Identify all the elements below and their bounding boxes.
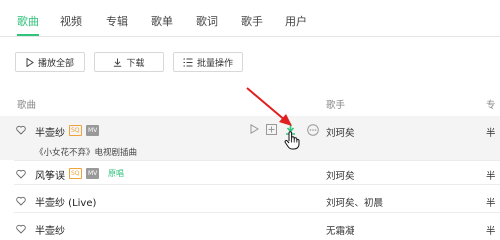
tab-playlists[interactable]: 歌单	[151, 13, 173, 29]
song-title[interactable]: 半壶纱	[35, 222, 65, 237]
sq-badge: SQ	[69, 125, 82, 136]
play-icon	[26, 57, 34, 67]
tab-lyrics[interactable]: 歌词	[196, 13, 218, 29]
artist-name[interactable]: 刘珂矣	[326, 125, 355, 139]
song-title[interactable]: 风筝误	[35, 167, 65, 182]
batch-operation-label: 批量操作	[196, 58, 233, 69]
tabs-divider	[0, 36, 500, 37]
hand-cursor-icon	[284, 131, 300, 150]
column-header-song: 歌曲	[17, 100, 37, 111]
song-title[interactable]: 半壶纱	[35, 124, 65, 139]
play-all-label: 播放全部	[37, 58, 74, 69]
row-divider	[14, 184, 500, 185]
tab-users[interactable]: 用户	[285, 13, 307, 29]
heart-icon[interactable]	[16, 224, 26, 234]
song-title[interactable]: 半壶纱 (Live)	[35, 194, 96, 209]
album-name[interactable]: 半	[486, 223, 496, 237]
play-all-button[interactable]: 播放全部	[15, 52, 85, 72]
play-icon[interactable]	[250, 124, 259, 134]
search-result-tabs: 歌曲 视频 专辑 歌单 歌词 歌手 用户	[0, 0, 500, 40]
sq-badge: SQ	[69, 168, 82, 179]
song-subtitle: 《小女花不弃》电视剧插曲	[35, 148, 138, 158]
batch-operation-button[interactable]: 批量操作	[173, 52, 243, 72]
download-button[interactable]: 下载	[94, 52, 164, 72]
artist-name[interactable]: 刘珂矣	[326, 168, 355, 182]
tab-videos[interactable]: 视频	[60, 13, 82, 29]
tab-singers[interactable]: 歌手	[241, 13, 263, 29]
tab-songs[interactable]: 歌曲	[17, 13, 39, 29]
column-header-album: 专	[486, 100, 496, 111]
mv-badge[interactable]: MV	[86, 168, 100, 179]
heart-icon[interactable]	[16, 169, 26, 179]
column-header-artist: 歌手	[326, 100, 346, 111]
album-name[interactable]: 半	[486, 195, 496, 209]
heart-icon[interactable]	[16, 125, 26, 135]
row-divider	[14, 160, 500, 161]
download-icon	[114, 58, 122, 67]
album-name[interactable]: 半	[486, 125, 496, 139]
more-icon[interactable]	[307, 124, 319, 136]
mv-badge[interactable]: MV	[86, 125, 100, 136]
heart-icon[interactable]	[16, 196, 26, 206]
row-divider	[14, 212, 500, 213]
tab-albums[interactable]: 专辑	[106, 13, 128, 29]
download-label: 下载	[126, 58, 145, 69]
artist-name[interactable]: 刘珂矣、初晨	[326, 195, 383, 209]
artist-name[interactable]: 无霜凝	[326, 223, 355, 237]
list-icon	[183, 58, 193, 66]
original-singer-label: 原唱	[108, 169, 124, 178]
add-icon[interactable]	[266, 124, 277, 135]
album-name[interactable]: 半	[486, 168, 496, 182]
